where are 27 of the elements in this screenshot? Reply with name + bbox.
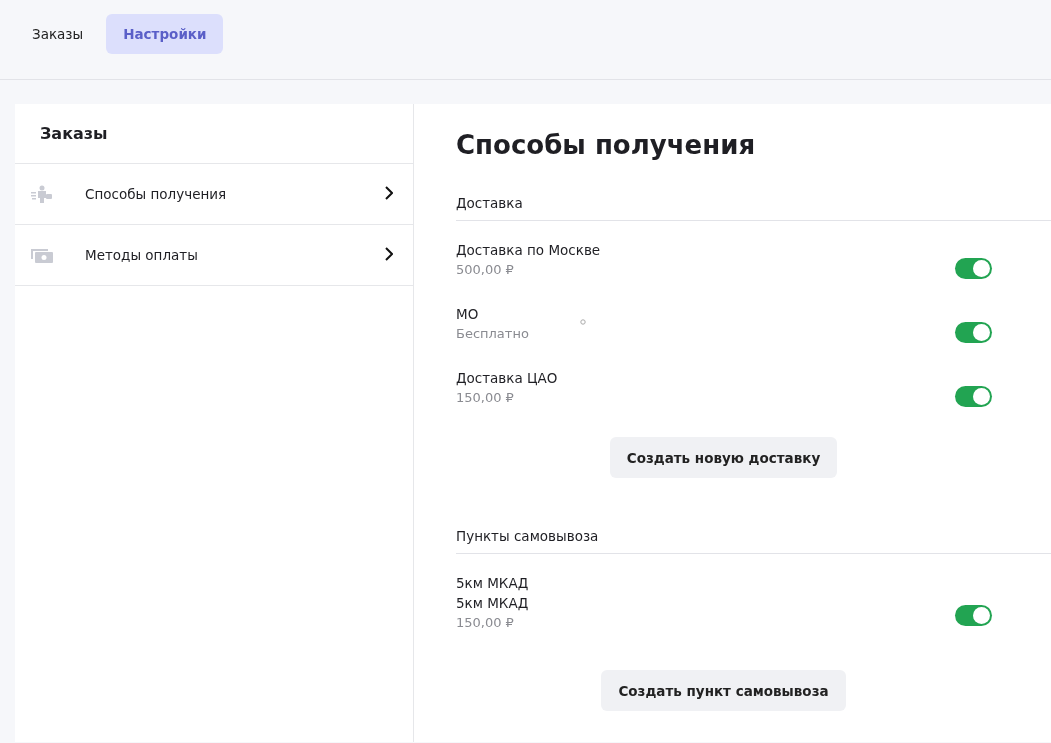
courier-icon: [31, 185, 53, 203]
item-price: Бесплатно: [456, 326, 530, 341]
create-button[interactable]: Создать пункт самовывоза: [601, 670, 846, 711]
toggle-switch[interactable]: [955, 386, 992, 407]
item-name: 5км МКАД: [456, 595, 530, 611]
chevron-right-icon: [385, 185, 393, 200]
item-name: Доставка по Москве: [456, 242, 602, 258]
chevron-right-icon: [385, 246, 393, 261]
sidebar-item[interactable]: Методы оплаты: [15, 225, 413, 286]
item-price: 500,00 ₽: [456, 262, 515, 277]
toggle-switch[interactable]: [955, 258, 992, 279]
toggle-switch[interactable]: [955, 605, 992, 626]
tab[interactable]: Настройки: [106, 14, 224, 54]
sidebar-title: Заказы: [40, 124, 108, 143]
item-name: Доставка ЦАО: [456, 370, 559, 386]
page-title: Способы получения: [456, 130, 757, 160]
item-price: 150,00 ₽: [456, 615, 515, 630]
cash-icon: [31, 247, 53, 263]
tab[interactable]: Заказы: [15, 14, 101, 54]
create-button[interactable]: Создать новую доставку: [609, 437, 838, 478]
item-price: 150,00 ₽: [456, 390, 515, 405]
section-title: Доставка: [456, 195, 1051, 221]
toggle-switch[interactable]: [955, 322, 992, 343]
section-title: Пункты самовывоза: [456, 528, 1051, 554]
sidebar-item[interactable]: Способы получения: [15, 164, 413, 225]
item-name: МО: [456, 306, 480, 322]
item-name: 5км МКАД: [456, 575, 530, 591]
